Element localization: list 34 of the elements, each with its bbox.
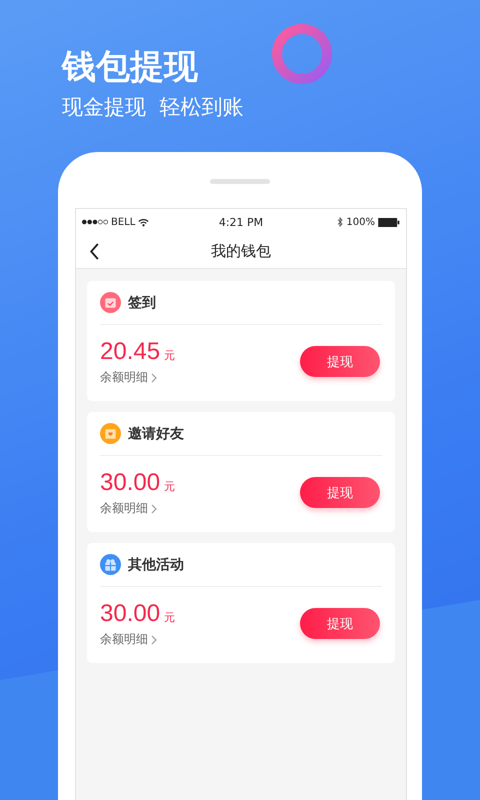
carrier-name: BELL bbox=[111, 216, 136, 228]
status-time: 4:21 PM bbox=[218, 216, 264, 228]
speaker-slot bbox=[210, 179, 270, 184]
back-icon[interactable] bbox=[90, 243, 100, 260]
banner-subtitle: 现金提现 轻松到账 bbox=[62, 94, 244, 121]
balance-detail-link[interactable]: 余额明细 bbox=[100, 369, 176, 386]
currency-unit: 元 bbox=[164, 610, 176, 625]
card-title: 其他活动 bbox=[128, 556, 184, 574]
wifi-icon bbox=[138, 218, 150, 226]
balance-amount: 20.45 bbox=[100, 337, 160, 367]
battery-icon bbox=[378, 218, 400, 226]
bluetooth-icon bbox=[337, 217, 344, 227]
withdraw-button[interactable]: 提现 bbox=[300, 608, 380, 639]
balance-detail-link[interactable]: 余额明细 bbox=[100, 631, 176, 648]
currency-unit: 元 bbox=[164, 479, 176, 494]
calendar-icon bbox=[100, 292, 121, 313]
chevron-icon bbox=[151, 634, 157, 644]
chevron-icon bbox=[151, 504, 157, 514]
balance-detail-link[interactable]: 余额明细 bbox=[100, 500, 176, 517]
balance-amount: 30.00 bbox=[100, 599, 160, 629]
gift-icon bbox=[100, 554, 121, 575]
nav-title: 我的钱包 bbox=[211, 242, 271, 261]
currency-unit: 元 bbox=[164, 348, 176, 363]
card-title: 邀请好友 bbox=[128, 424, 184, 442]
ring-icon bbox=[270, 22, 334, 86]
balance-amount: 30.00 bbox=[100, 468, 160, 498]
withdraw-button[interactable]: 提现 bbox=[300, 346, 380, 377]
battery-percent: 100% bbox=[346, 216, 375, 228]
banner-title: 钱包提现 bbox=[62, 46, 198, 89]
withdraw-button[interactable]: 提现 bbox=[300, 477, 380, 508]
envelope-icon bbox=[100, 423, 121, 444]
card-title: 签到 bbox=[128, 294, 156, 312]
chevron-icon bbox=[151, 372, 157, 382]
signal-icon bbox=[82, 219, 108, 225]
